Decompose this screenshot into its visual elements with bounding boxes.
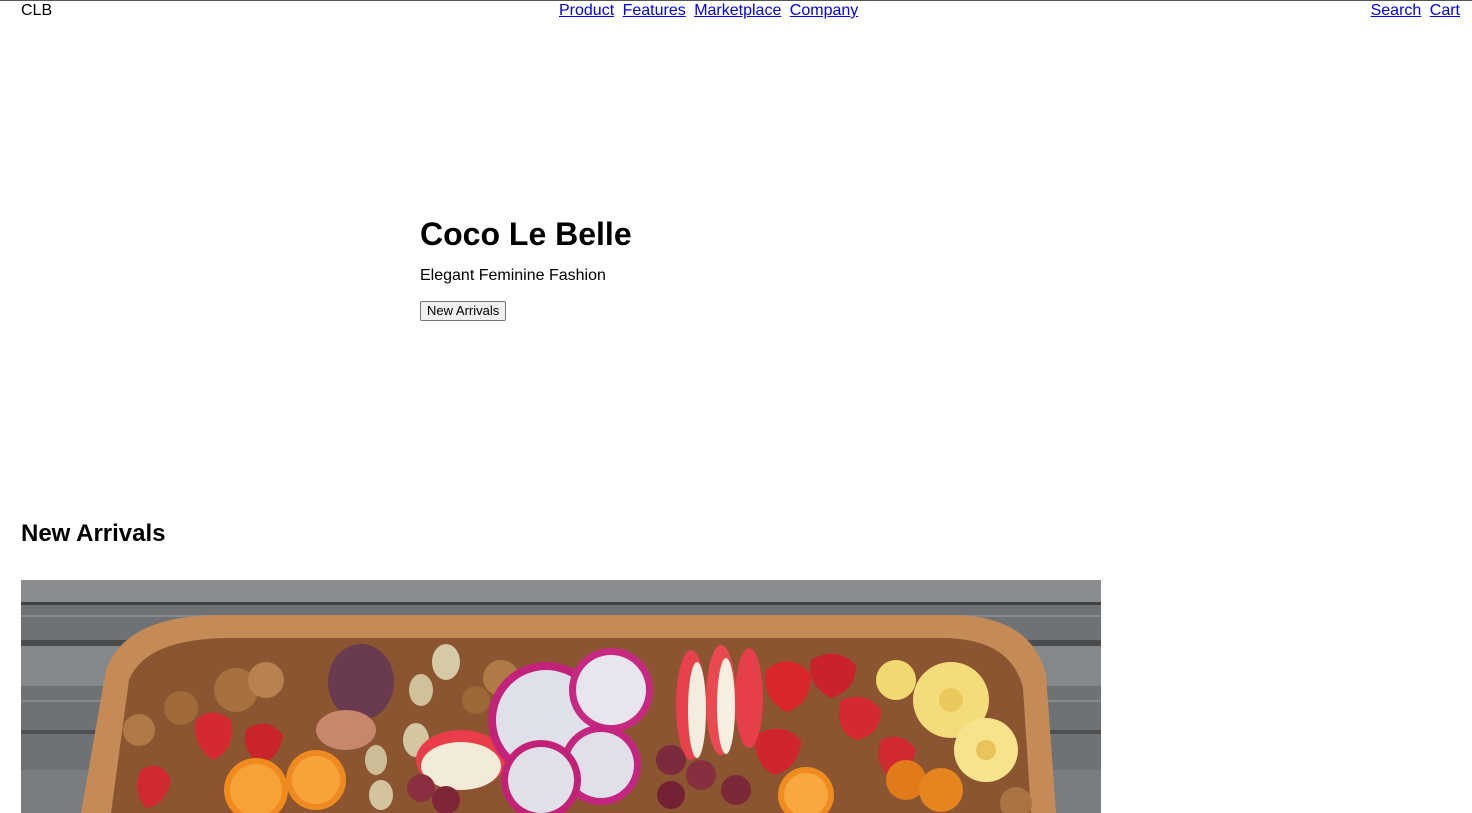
page: CLB Product Features Marketplace Company… bbox=[0, 0, 1472, 813]
new-arrivals-button[interactable]: New Arrivals bbox=[420, 301, 507, 321]
nav-link-company[interactable]: Company bbox=[790, 2, 858, 19]
hero-subtitle: Elegant Feminine Fashion bbox=[420, 267, 606, 284]
cart-link[interactable]: Cart bbox=[1430, 2, 1460, 19]
fruit-platter-image[interactable] bbox=[21, 580, 1101, 813]
hero: Coco Le Belle Elegant Feminine Fashion N… bbox=[420, 214, 632, 321]
nav-link-marketplace[interactable]: Marketplace bbox=[694, 2, 781, 19]
logo[interactable]: CLB bbox=[21, 1, 52, 21]
header-actions: Search Cart bbox=[1371, 1, 1460, 21]
hero-title: Coco Le Belle bbox=[420, 216, 632, 252]
fig bbox=[328, 644, 394, 720]
new-arrivals-heading: New Arrivals bbox=[21, 520, 166, 547]
nav-link-features[interactable]: Features bbox=[623, 2, 686, 19]
main-nav: Product Features Marketplace Company bbox=[559, 1, 858, 21]
nav-link-product[interactable]: Product bbox=[559, 2, 614, 19]
fruit-platter-photo bbox=[21, 580, 1101, 813]
search-link[interactable]: Search bbox=[1371, 2, 1422, 19]
